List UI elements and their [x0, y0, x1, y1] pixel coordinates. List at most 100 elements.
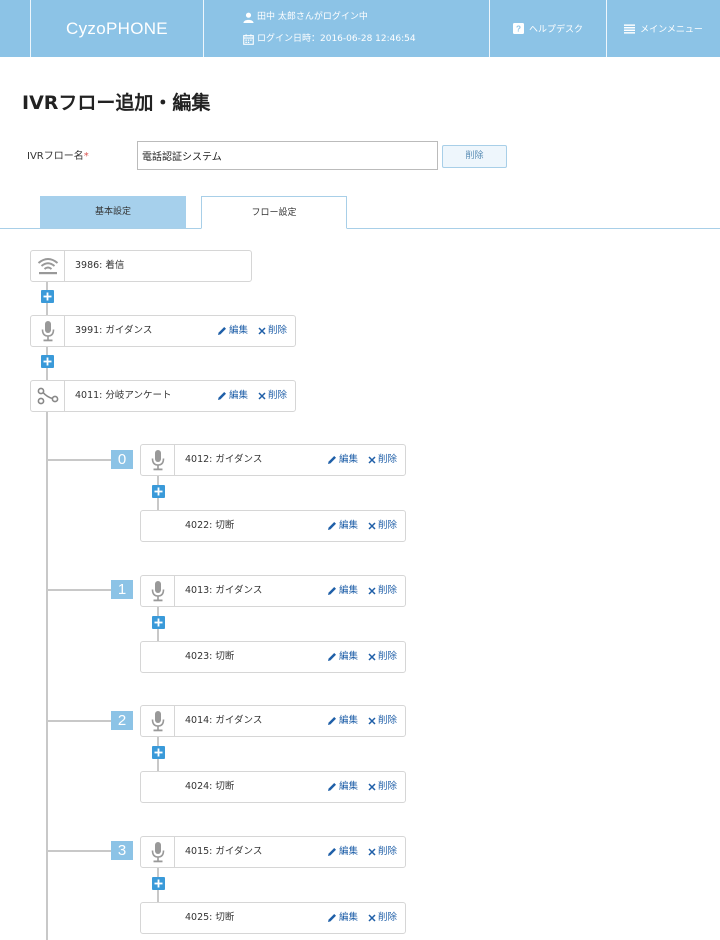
node-actions: 編集 削除: [327, 576, 397, 606]
header-bar: CyzoPHONE 田中 太郎さんがログイン中 ログイン日時：2016-06-2…: [0, 0, 720, 57]
add-node-button[interactable]: [152, 616, 165, 629]
plus-icon: [154, 487, 163, 496]
main-menu-button[interactable]: メインメニュー: [607, 0, 720, 57]
edit-link[interactable]: 編集: [327, 642, 358, 672]
brand-logo[interactable]: CyzoPHONE: [31, 0, 203, 57]
microphone-icon: [151, 581, 164, 602]
user-name-text: 田中 太郎さんがログイン中: [257, 12, 368, 22]
delete-link[interactable]: 削除: [368, 445, 397, 475]
svg-text:?: ?: [516, 25, 521, 34]
delete-label: 削除: [377, 454, 397, 465]
user-icon: [243, 12, 254, 23]
edit-link[interactable]: 編集: [217, 381, 248, 411]
pencil-icon: [327, 522, 336, 530]
branch-guidance-node-0: 4012: ガイダンス 編集 削除: [140, 444, 406, 476]
pencil-icon: [327, 717, 336, 725]
pencil-icon: [327, 456, 336, 464]
edit-link[interactable]: 編集: [327, 903, 358, 933]
branch-hangup-node-2: 4024: 切断 編集 削除: [140, 771, 406, 803]
edit-link[interactable]: 編集: [327, 445, 358, 475]
delete-label: 削除: [377, 846, 397, 857]
add-node-button[interactable]: [152, 877, 165, 890]
node-icon-box: [31, 251, 65, 281]
header-divider: [203, 0, 204, 57]
edit-link[interactable]: 編集: [327, 576, 358, 606]
add-node-button[interactable]: [41, 355, 54, 368]
branch-number-2: 2: [111, 711, 133, 730]
pencil-icon: [327, 783, 336, 791]
delete-label: 削除: [267, 325, 287, 336]
edit-label: 編集: [228, 325, 248, 336]
edit-label: 編集: [338, 912, 358, 923]
edit-label: 編集: [228, 390, 248, 401]
delete-link[interactable]: 削除: [368, 576, 397, 606]
flow-node-branch-survey: 4011: 分岐アンケート 編集 削除: [30, 380, 296, 412]
microphone-icon: [151, 450, 164, 471]
node-icon-box: [141, 837, 175, 867]
edit-label: 編集: [338, 846, 358, 857]
node-label: 4011: 分岐アンケート: [75, 390, 172, 401]
close-icon: [258, 392, 266, 400]
node-actions: 編集 削除: [327, 445, 397, 475]
delete-link[interactable]: 削除: [258, 381, 287, 411]
branch-line-3: [47, 850, 111, 852]
flow-node-incoming: 3986: 着信: [30, 250, 252, 282]
close-icon: [368, 456, 376, 464]
pencil-icon: [327, 914, 336, 922]
delete-link[interactable]: 削除: [368, 903, 397, 933]
node-label: 3991: ガイダンス: [75, 325, 153, 336]
branch-hangup-node-0: 4022: 切断 編集 削除: [140, 510, 406, 542]
add-node-button[interactable]: [152, 746, 165, 759]
flow-node-guidance: 3991: ガイダンス 編集 削除: [30, 315, 296, 347]
plus-icon: [154, 748, 163, 757]
delete-label: 削除: [377, 912, 397, 923]
node-icon-box: [141, 706, 175, 736]
edit-link[interactable]: 編集: [327, 706, 358, 736]
close-icon: [368, 653, 376, 661]
delete-link[interactable]: 削除: [368, 772, 397, 802]
delete-link[interactable]: 削除: [368, 511, 397, 541]
branch-icon: [37, 387, 58, 405]
branch-number-0: 0: [111, 450, 133, 469]
tab-flow-settings[interactable]: フロー設定: [201, 196, 347, 229]
branch-line-2: [47, 720, 111, 722]
delete-flow-button[interactable]: 削除: [442, 145, 507, 168]
delete-link[interactable]: 削除: [368, 706, 397, 736]
login-info: ログイン日時：2016-06-28 12:46:54: [243, 32, 416, 46]
node-actions: 編集 削除: [327, 511, 397, 541]
delete-label: 削除: [377, 781, 397, 792]
delete-label: 削除: [377, 651, 397, 662]
delete-link[interactable]: 削除: [258, 316, 287, 346]
helpdesk-button[interactable]: ? ヘルプデスク: [490, 0, 606, 57]
delete-label: 削除: [377, 520, 397, 531]
microphone-icon: [151, 842, 164, 863]
delete-label: 削除: [377, 585, 397, 596]
delete-link[interactable]: 削除: [368, 837, 397, 867]
edit-link[interactable]: 編集: [217, 316, 248, 346]
node-label: 4022: 切断: [185, 520, 235, 531]
add-node-button[interactable]: [41, 290, 54, 303]
branch-hangup-node-3: 4025: 切断 編集 削除: [140, 902, 406, 934]
edit-link[interactable]: 編集: [327, 772, 358, 802]
edit-label: 編集: [338, 585, 358, 596]
branch-hangup-node-1: 4023: 切断 編集 削除: [140, 641, 406, 673]
required-mark: *: [83, 151, 89, 162]
flow-name-input[interactable]: [137, 141, 438, 170]
node-icon-box: [141, 576, 175, 606]
edit-link[interactable]: 編集: [327, 511, 358, 541]
delete-link[interactable]: 削除: [368, 642, 397, 672]
edit-link[interactable]: 編集: [327, 837, 358, 867]
login-datetime-text: ログイン日時：2016-06-28 12:46:54: [257, 34, 416, 44]
edit-label: 編集: [338, 715, 358, 726]
user-info: 田中 太郎さんがログイン中: [243, 10, 368, 24]
add-node-button[interactable]: [152, 485, 165, 498]
wifi-icon: [37, 258, 58, 275]
node-actions: 編集 削除: [217, 316, 287, 346]
branch-guidance-node-3: 4015: ガイダンス 編集 削除: [140, 836, 406, 868]
node-icon-box: [31, 316, 65, 346]
tab-basic-settings[interactable]: 基本設定: [40, 196, 186, 229]
edit-label: 編集: [338, 454, 358, 465]
node-actions: 編集 削除: [327, 772, 397, 802]
close-icon: [368, 522, 376, 530]
node-label: 4024: 切断: [185, 781, 235, 792]
